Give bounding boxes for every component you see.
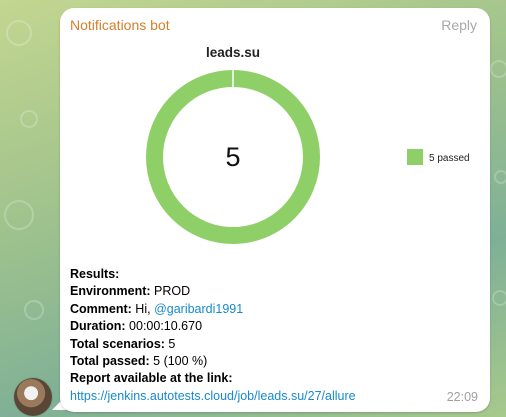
wallpaper-doodle [24, 300, 44, 320]
comment-line: Comment: Hi, @garibardi1991 [70, 301, 470, 318]
donut-chart: leads.su 5 5 passed [146, 45, 470, 244]
chart-title: leads.su [206, 45, 260, 60]
scenarios-label: Total scenarios: [70, 336, 165, 351]
reply-button[interactable]: Reply [441, 17, 477, 33]
message-bubble[interactable]: Notifications bot Reply leads.su 5 5 pas… [60, 8, 490, 412]
message-text: Results: Environment: PROD Comment: Hi, … [70, 266, 470, 405]
report-label: Report available at the link: [70, 371, 233, 386]
report-link[interactable]: https://jenkins.autotests.cloud/job/lead… [70, 389, 356, 403]
sender-name[interactable]: Notifications bot [70, 17, 170, 33]
environment-label: Environment: [70, 284, 151, 299]
message-time: 22:09 [446, 390, 478, 404]
scenarios-value: 5 [168, 336, 176, 351]
duration-line: Duration: 00:00:10.670 [70, 318, 470, 335]
wallpaper-doodle [494, 170, 506, 184]
mention-link[interactable]: @garibardi1991 [154, 302, 243, 316]
wallpaper-doodle [492, 290, 506, 306]
wallpaper-doodle [4, 200, 34, 230]
bot-avatar[interactable] [14, 378, 52, 416]
results-label: Results: [70, 267, 120, 281]
passed-value: 5 (100 %) [153, 354, 208, 369]
report-link-line: https://jenkins.autotests.cloud/job/lead… [70, 388, 470, 405]
environment-value: PROD [154, 284, 191, 299]
passed-line: Total passed: 5 (100 %) [70, 353, 470, 370]
duration-label: Duration: [70, 319, 126, 334]
legend-label: 5 passed [429, 153, 470, 164]
legend-swatch [407, 149, 423, 165]
wallpaper-doodle [6, 20, 32, 46]
report-label-line: Report available at the link: [70, 370, 470, 387]
wallpaper-doodle [490, 60, 506, 78]
passed-label: Total passed: [70, 354, 150, 369]
report-image[interactable]: leads.su 5 5 passed [69, 40, 481, 262]
comment-label: Comment: [70, 301, 132, 316]
scenarios-line: Total scenarios: 5 [70, 336, 470, 353]
environment-line: Environment: PROD [70, 283, 470, 300]
wallpaper-doodle [20, 110, 38, 128]
duration-value: 00:00:10.670 [129, 319, 203, 334]
results-line: Results: [70, 266, 470, 283]
comment-prefix: Hi, [135, 301, 151, 316]
chart-legend: 5 passed [407, 149, 470, 165]
chart-center-value: 5 [225, 142, 240, 172]
